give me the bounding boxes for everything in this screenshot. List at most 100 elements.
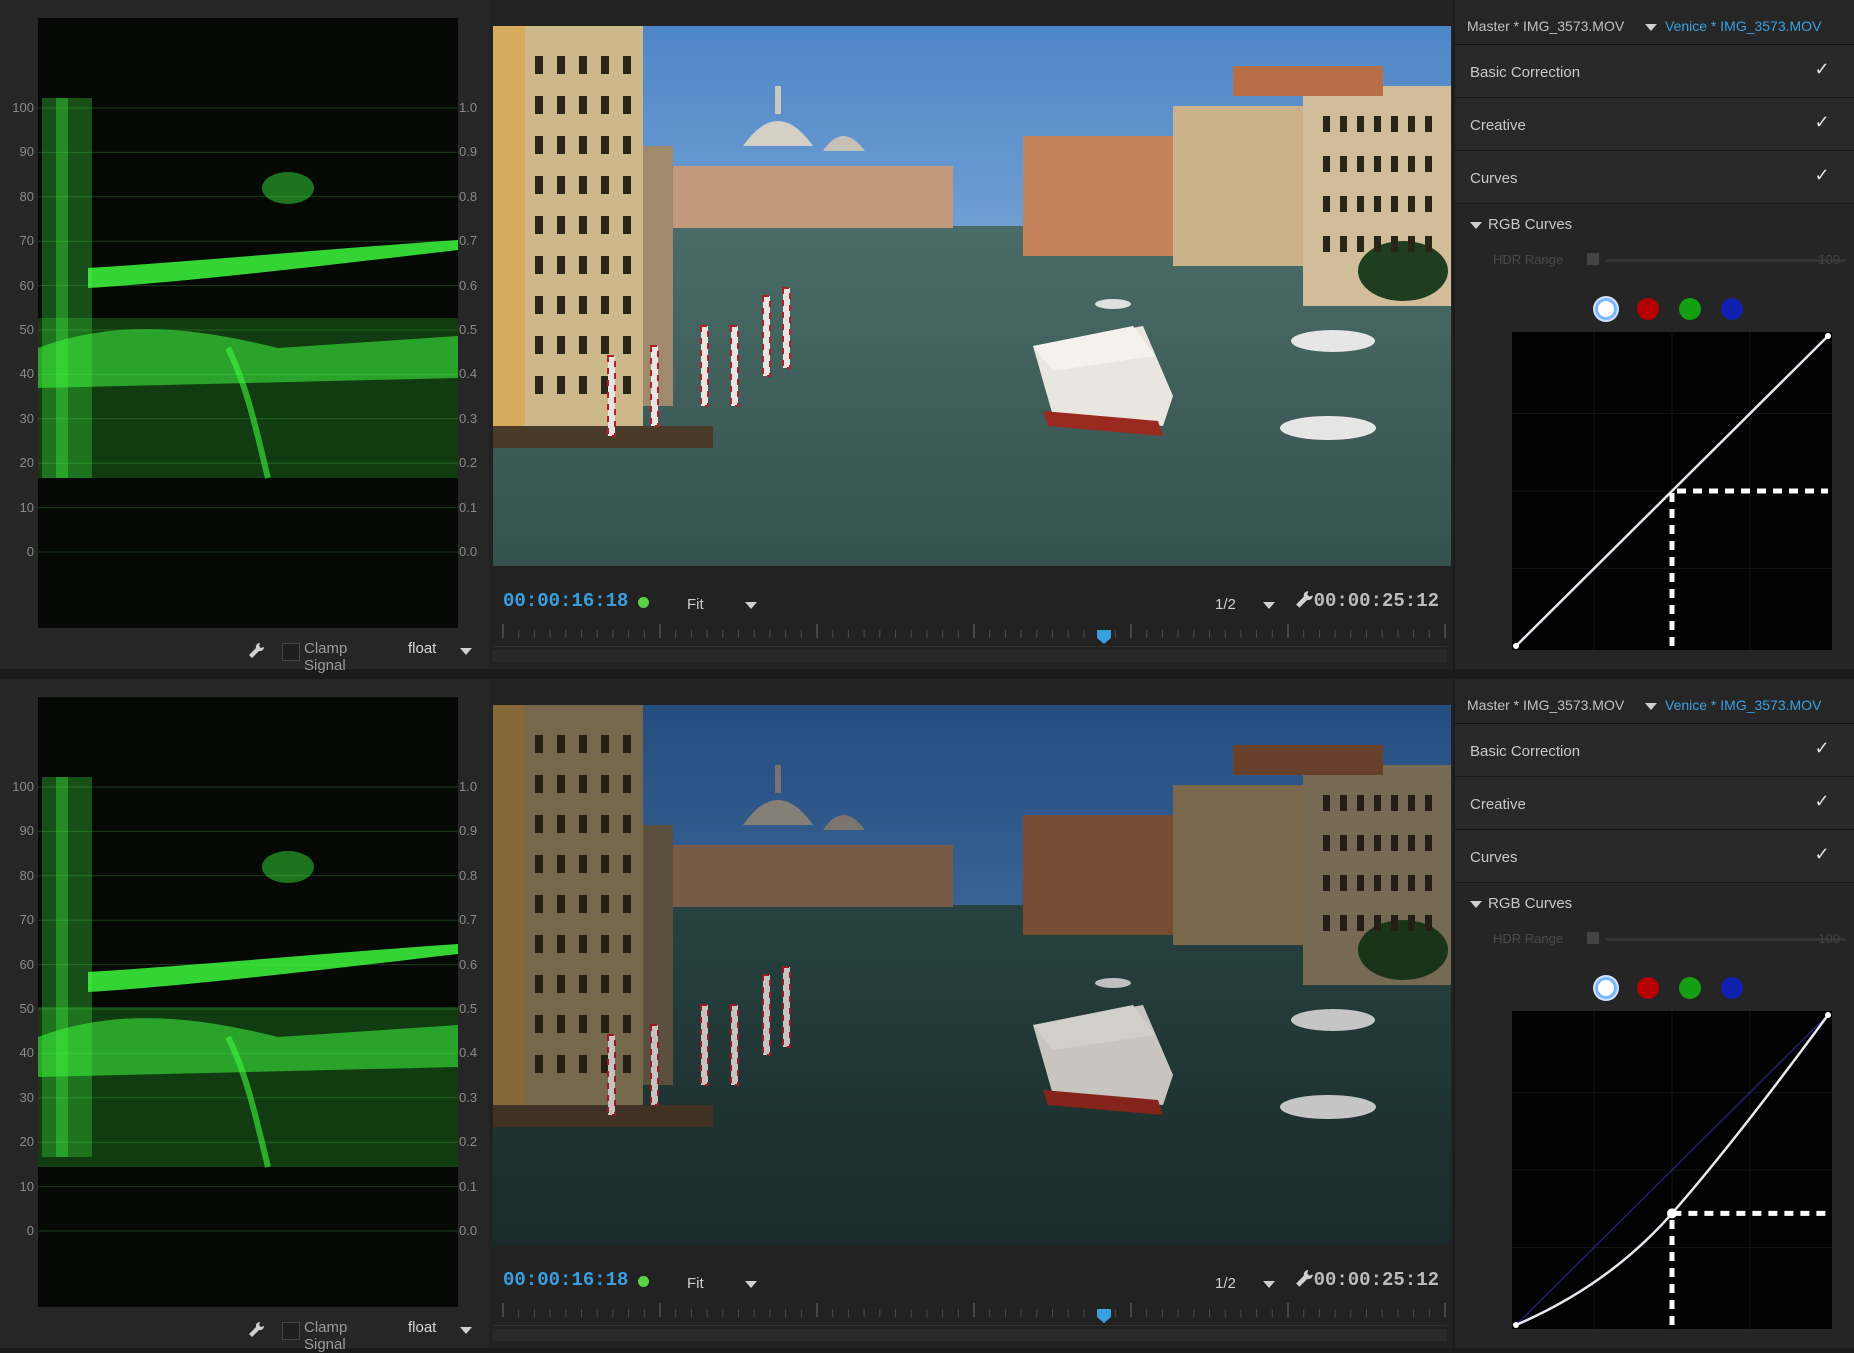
sequence-clip-label[interactable]: Venice * IMG_3573.MOV (1665, 697, 1821, 713)
zoom-dropdown[interactable]: Fit (677, 1273, 767, 1295)
ire-scale-label: 50 (19, 322, 34, 337)
venice-scene-image (493, 705, 1451, 1245)
dropdown-arrow-icon[interactable] (1645, 24, 1657, 31)
section-basic-correction[interactable]: Basic Correction ✓ (1455, 724, 1854, 777)
disclosure-triangle-icon[interactable] (1470, 221, 1482, 229)
float-scale-label: 0.0 (459, 544, 478, 559)
wrench-icon[interactable] (248, 1321, 266, 1339)
curve-line[interactable] (1512, 1011, 1832, 1329)
horizontal-scrollbar[interactable] (493, 650, 1447, 662)
float-scale-label: 0.0 (459, 1223, 478, 1238)
wrench-icon[interactable] (1295, 1269, 1315, 1291)
ire-scale-label: 70 (19, 233, 34, 249)
ire-scale-label: 80 (19, 188, 34, 204)
dropdown-arrow-icon[interactable] (745, 1281, 757, 1288)
red-channel-button[interactable] (1637, 977, 1659, 999)
sequence-clip-label[interactable]: Venice * IMG_3573.MOV (1665, 18, 1821, 34)
section-curves[interactable]: Curves ✓ (1455, 830, 1854, 883)
float-scale-label: 0.2 (459, 1134, 478, 1150)
checkmark-icon[interactable]: ✓ (1812, 59, 1832, 79)
green-channel-button[interactable] (1679, 977, 1701, 999)
float-scale-label: 0.6 (459, 277, 478, 293)
playhead-icon[interactable] (1096, 630, 1111, 644)
program-monitor: 00:00:16:18 Fit 1/2 00:00:25:12 (489, 679, 1453, 1348)
waveform-trace (38, 98, 458, 553)
blue-channel-button[interactable] (1721, 977, 1743, 999)
current-timecode[interactable]: 00:00:16:18 (503, 1269, 628, 1291)
wrench-icon[interactable] (1295, 590, 1315, 612)
horizontal-scrollbar[interactable] (493, 1329, 1447, 1341)
clamp-signal-checkbox[interactable] (282, 643, 300, 661)
dropdown-arrow-icon[interactable] (1645, 703, 1657, 710)
dropdown-arrow-icon[interactable] (460, 648, 472, 655)
wrench-icon[interactable] (248, 642, 266, 660)
zoom-value: Fit (687, 596, 704, 613)
rgb-curves-toggle[interactable]: RGB Curves (1470, 895, 1572, 912)
time-ruler[interactable] (493, 620, 1447, 647)
ire-scale-label: 100 (12, 779, 34, 794)
section-basic-correction[interactable]: Basic Correction ✓ (1455, 45, 1854, 98)
float-scale-label: 0.4 (459, 1045, 478, 1061)
hdr-range-slider[interactable] (1605, 938, 1845, 941)
rgb-curves-label: RGB Curves (1488, 895, 1573, 912)
rgb-curve-graph[interactable] (1512, 332, 1832, 650)
section-creative[interactable]: Creative ✓ (1455, 777, 1854, 830)
disclosure-triangle-icon[interactable] (1470, 900, 1482, 908)
playhead-icon[interactable] (1096, 1309, 1111, 1323)
scope-mode-dropdown[interactable]: float (408, 1319, 436, 1336)
resolution-value: 1/2 (1215, 596, 1236, 613)
video-frame (493, 26, 1451, 566)
ire-scale-label: 60 (19, 277, 34, 293)
hdr-range-slider-thumb[interactable] (1587, 932, 1599, 944)
playback-indicator-dot (638, 597, 649, 608)
ire-scale-label: 10 (19, 1178, 34, 1194)
resolution-dropdown[interactable]: 1/2 (1201, 594, 1281, 616)
white-channel-button[interactable] (1595, 298, 1617, 320)
red-channel-button[interactable] (1637, 298, 1659, 320)
scope-mode-dropdown[interactable]: float (408, 640, 436, 657)
waveform-scope-panel: Clamp Signal float 100 90 80 70 60 50 40 30 20 10… (0, 679, 489, 1353)
hdr-range-label: HDR Range (1493, 931, 1564, 946)
current-timecode[interactable]: 00:00:16:18 (503, 590, 628, 612)
zoom-dropdown[interactable]: Fit (677, 594, 767, 616)
checkmark-icon[interactable]: ✓ (1812, 791, 1832, 811)
float-scale-label: 0.8 (459, 867, 478, 883)
float-scale-label: 0.7 (459, 912, 478, 928)
blue-channel-button[interactable] (1721, 298, 1743, 320)
playback-indicator-dot (638, 1276, 649, 1287)
rgb-curve-graph[interactable] (1512, 1011, 1832, 1329)
float-scale-label: 0.6 (459, 956, 478, 972)
monitor-controls: 00:00:16:18 Fit 1/2 00:00:25:12 (489, 570, 1453, 622)
dropdown-arrow-icon[interactable] (1263, 1281, 1275, 1288)
hdr-range-slider[interactable] (1605, 259, 1845, 262)
section-creative[interactable]: Creative ✓ (1455, 98, 1854, 151)
rgb-curves-toggle[interactable]: RGB Curves (1470, 216, 1572, 233)
white-channel-button[interactable] (1595, 977, 1617, 999)
checkmark-icon[interactable]: ✓ (1812, 112, 1832, 132)
section-curves[interactable]: Curves ✓ (1455, 151, 1854, 204)
checkmark-icon[interactable]: ✓ (1812, 738, 1832, 758)
float-scale-label: 0.2 (459, 455, 478, 471)
time-ruler[interactable] (493, 1299, 1447, 1326)
lumetri-color-panel: Master * IMG_3573.MOV Venice * IMG_3573.… (1455, 0, 1854, 669)
dropdown-arrow-icon[interactable] (1263, 602, 1275, 609)
ire-scale-label: 40 (19, 1045, 34, 1061)
master-clip-label[interactable]: Master * IMG_3573.MOV (1467, 697, 1624, 713)
clamp-signal-checkbox[interactable] (282, 1322, 300, 1340)
ire-scale-label: 90 (19, 144, 34, 160)
dropdown-arrow-icon[interactable] (460, 1327, 472, 1334)
ire-scale-label: 90 (19, 823, 34, 839)
dropdown-arrow-icon[interactable] (745, 602, 757, 609)
master-clip-label[interactable]: Master * IMG_3573.MOV (1467, 18, 1624, 34)
checkmark-icon[interactable]: ✓ (1812, 844, 1832, 864)
curve-endpoint (1513, 1322, 1519, 1328)
hdr-range-value: 100 (1818, 931, 1840, 946)
green-channel-button[interactable] (1679, 298, 1701, 320)
hdr-range-slider-thumb[interactable] (1587, 253, 1599, 265)
checkmark-icon[interactable]: ✓ (1812, 165, 1832, 185)
ire-scale-label: 40 (19, 366, 34, 382)
duration-timecode: 00:00:25:12 (1313, 1269, 1439, 1291)
resolution-dropdown[interactable]: 1/2 (1201, 1273, 1281, 1295)
float-scale-label: 0.5 (459, 322, 478, 337)
curve-line[interactable] (1512, 332, 1832, 650)
